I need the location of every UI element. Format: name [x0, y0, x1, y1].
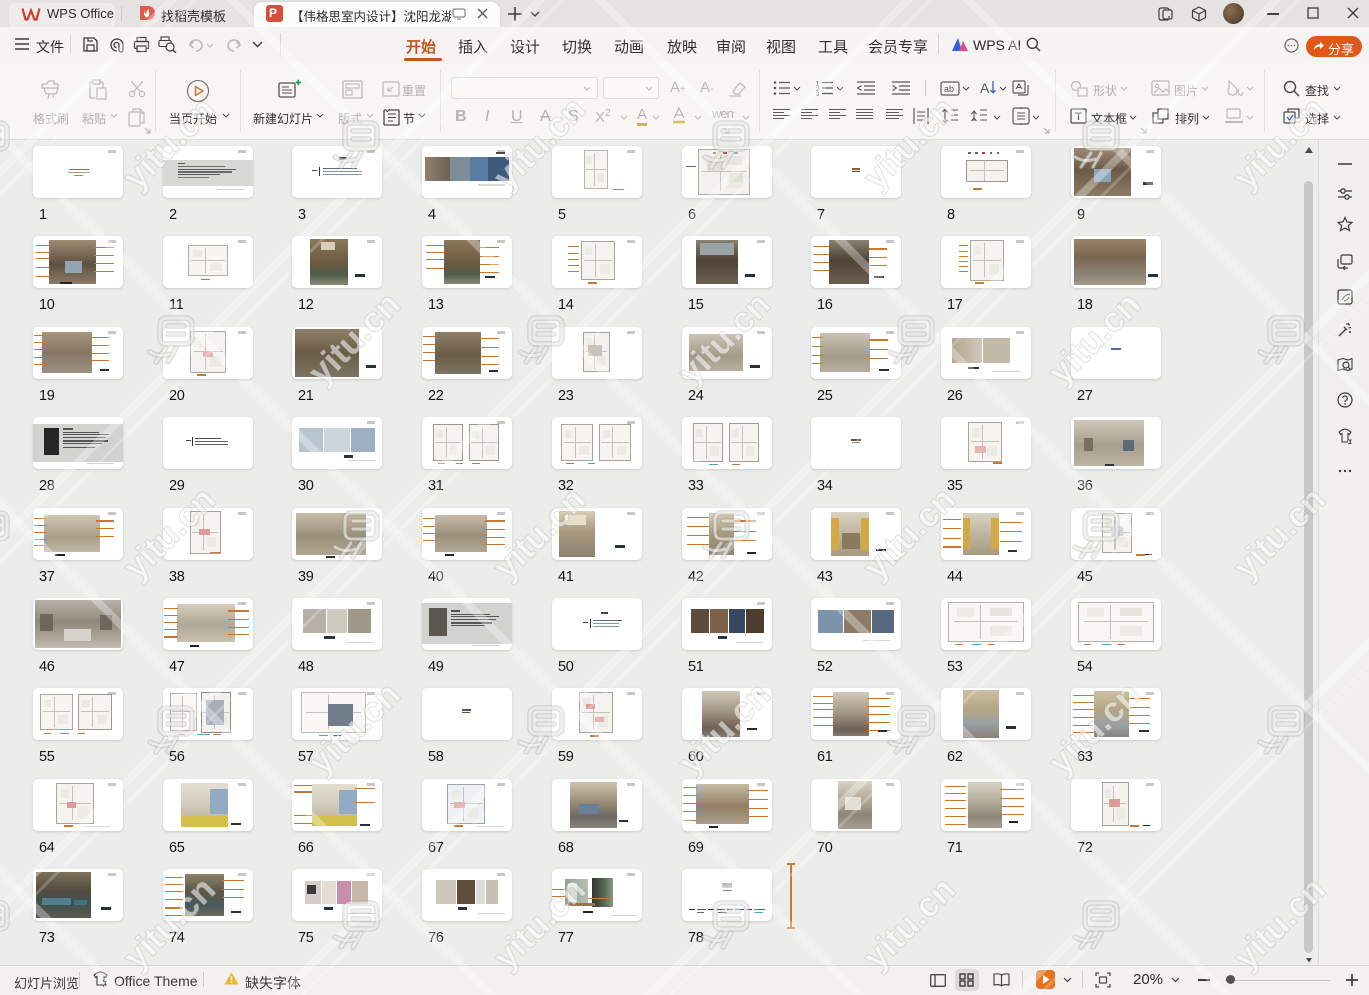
svg-text:ab: ab — [944, 84, 954, 94]
svg-text:A: A — [980, 80, 990, 96]
svg-text:3: 3 — [816, 92, 820, 96]
